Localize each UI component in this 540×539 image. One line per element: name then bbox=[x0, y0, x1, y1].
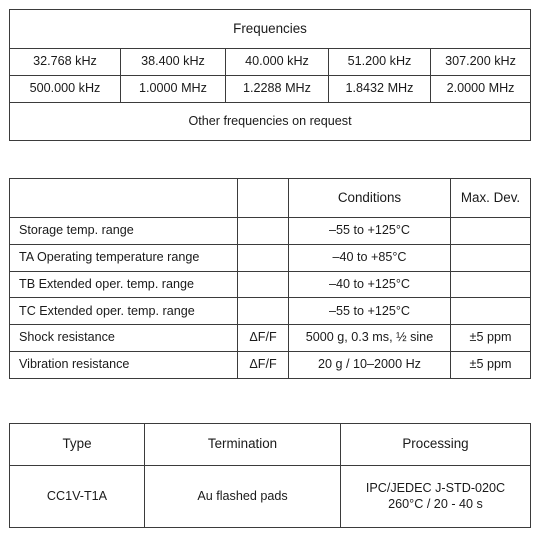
packaging-table: Type Termination Processing CC1V-T1A Au … bbox=[9, 423, 531, 528]
conditions-cell: –55 to +125°C bbox=[288, 217, 451, 245]
packaging-header-type: Type bbox=[9, 423, 145, 466]
environment-table: Conditions Max. Dev. Storage temp. range… bbox=[9, 178, 531, 379]
frequencies-title: Frequencies bbox=[8, 9, 532, 49]
max-dev-cell bbox=[450, 243, 531, 272]
parameter-cell: Storage temp. range bbox=[9, 217, 238, 245]
table-row: Vibration resistance ΔF/F 20 g / 10–2000… bbox=[9, 350, 531, 379]
symbol-cell bbox=[237, 217, 289, 245]
max-dev-cell bbox=[450, 270, 531, 299]
packaging-header-row: Type Termination Processing bbox=[9, 423, 531, 466]
packaging-termination-cell: Au flashed pads bbox=[144, 465, 341, 528]
conditions-cell: –40 to +125°C bbox=[288, 270, 451, 299]
packaging-type-cell: CC1V-T1A bbox=[9, 465, 145, 528]
frequency-cell: 32.768 kHz bbox=[9, 48, 121, 76]
parameter-cell: TC Extended oper. temp. range bbox=[9, 297, 238, 326]
environment-header-max-dev: Max. Dev. bbox=[450, 178, 531, 218]
environment-header-parameter bbox=[9, 178, 238, 218]
table-row: 500.000 kHz 1.0000 MHz 1.2288 MHz 1.8432… bbox=[9, 75, 532, 103]
environment-header-conditions: Conditions bbox=[288, 178, 451, 218]
parameter-cell: TB Extended oper. temp. range bbox=[9, 270, 238, 299]
table-row: TB Extended oper. temp. range –40 to +12… bbox=[9, 270, 531, 299]
conditions-cell: 20 g / 10–2000 Hz bbox=[288, 350, 451, 379]
symbol-cell bbox=[237, 243, 289, 272]
conditions-cell: –55 to +125°C bbox=[288, 297, 451, 326]
table-row: Shock resistance ΔF/F 5000 g, 0.3 ms, ½ … bbox=[9, 324, 531, 352]
frequencies-footnote: Other frequencies on request bbox=[8, 102, 532, 141]
symbol-cell: ΔF/F bbox=[237, 324, 289, 352]
packaging-header-termination: Termination bbox=[144, 423, 341, 466]
parameter-cell: TA Operating temperature range bbox=[9, 243, 238, 272]
frequency-cell: 51.200 kHz bbox=[328, 48, 431, 76]
frequencies-table: Frequencies 32.768 kHz 38.400 kHz 40.000… bbox=[8, 9, 532, 141]
conditions-cell: –40 to +85°C bbox=[288, 243, 451, 272]
datasheet-page: Frequencies 32.768 kHz 38.400 kHz 40.000… bbox=[0, 0, 540, 539]
symbol-cell bbox=[237, 297, 289, 326]
frequency-cell: 500.000 kHz bbox=[9, 75, 121, 103]
max-dev-cell bbox=[450, 297, 531, 326]
table-row: TA Operating temperature range –40 to +8… bbox=[9, 243, 531, 272]
frequency-cell: 1.8432 MHz bbox=[328, 75, 431, 103]
symbol-cell: ΔF/F bbox=[237, 350, 289, 379]
frequency-cell: 1.0000 MHz bbox=[120, 75, 226, 103]
symbol-cell bbox=[237, 270, 289, 299]
table-row: Storage temp. range –55 to +125°C bbox=[9, 217, 531, 245]
table-row: CC1V-T1A Au flashed pads IPC/JEDEC J-STD… bbox=[9, 465, 531, 528]
packaging-processing-cell: IPC/JEDEC J-STD-020C 260°C / 20 - 40 s bbox=[340, 465, 531, 528]
frequencies-header-row: Frequencies bbox=[8, 9, 532, 49]
frequency-cell: 38.400 kHz bbox=[120, 48, 226, 76]
max-dev-cell bbox=[450, 217, 531, 245]
frequencies-footnote-row: Other frequencies on request bbox=[8, 102, 532, 141]
frequency-cell: 40.000 kHz bbox=[225, 48, 329, 76]
max-dev-cell: ±5 ppm bbox=[450, 350, 531, 379]
environment-header-symbol bbox=[237, 178, 289, 218]
frequency-cell: 307.200 kHz bbox=[429, 48, 532, 76]
environment-header-row: Conditions Max. Dev. bbox=[9, 178, 531, 218]
parameter-cell: Shock resistance bbox=[9, 324, 238, 352]
packaging-header-processing: Processing bbox=[340, 423, 531, 466]
parameter-cell: Vibration resistance bbox=[9, 350, 238, 379]
frequency-cell: 1.2288 MHz bbox=[225, 75, 329, 103]
table-row: 32.768 kHz 38.400 kHz 40.000 kHz 51.200 … bbox=[9, 48, 532, 76]
max-dev-cell: ±5 ppm bbox=[450, 324, 531, 352]
conditions-cell: 5000 g, 0.3 ms, ½ sine bbox=[288, 324, 451, 352]
table-row: TC Extended oper. temp. range –55 to +12… bbox=[9, 297, 531, 326]
frequency-cell: 2.0000 MHz bbox=[429, 75, 532, 103]
